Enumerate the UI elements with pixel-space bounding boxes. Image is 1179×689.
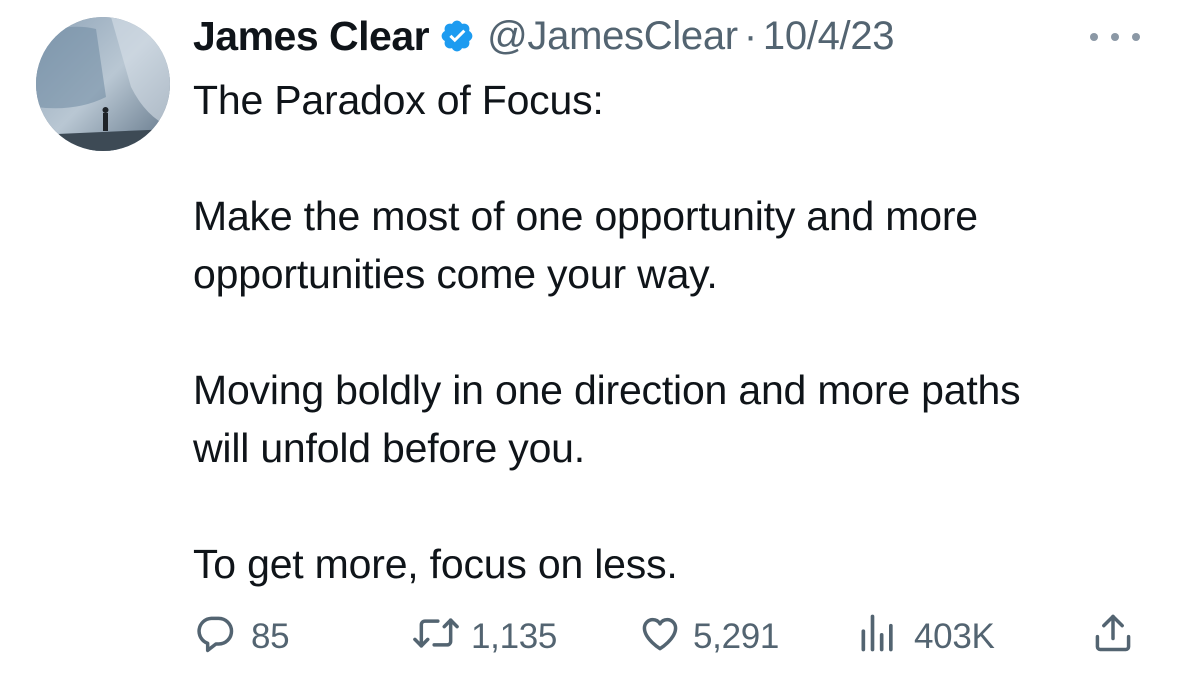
more-dot [1132, 33, 1140, 41]
verified-badge-icon [439, 18, 475, 54]
reply-count: 85 [251, 617, 290, 656]
repost-count: 1,135 [471, 617, 558, 656]
author-name[interactable]: James Clear [193, 13, 430, 60]
reply-icon [193, 611, 237, 664]
like-count: 5,291 [693, 617, 780, 656]
reply-button[interactable]: 85 [193, 611, 290, 664]
tweet-text: The Paradox of Focus: Make the most of o… [193, 71, 1153, 593]
tweet-line: Make the most of one opportunity and mor… [193, 193, 978, 239]
like-button[interactable]: 5,291 [637, 612, 779, 662]
more-dot [1090, 33, 1098, 41]
tweet-line: To get more, focus on less. [193, 541, 678, 587]
heart-icon [637, 611, 683, 664]
repost-button[interactable]: 1,135 [411, 612, 557, 662]
tweet-header: James Clear @JamesClear · 10/4/23 [193, 8, 895, 64]
author-handle[interactable]: @JamesClear [487, 14, 738, 59]
more-options-icon[interactable] [1090, 25, 1140, 49]
tweet-line: will unfold before you. [193, 425, 585, 471]
views-count: 403K [914, 617, 995, 656]
repost-icon [411, 611, 461, 664]
avatar[interactable] [36, 17, 170, 151]
share-button[interactable] [1091, 612, 1135, 662]
tweet: James Clear @JamesClear · 10/4/23 The Pa… [0, 0, 1179, 689]
separator-dot: · [743, 13, 757, 58]
action-bar: 85 1,135 5,291 403K [193, 612, 1143, 662]
tweet-line: opportunities come your way. [193, 251, 718, 297]
views-chart-icon [856, 611, 900, 664]
share-icon [1091, 611, 1135, 664]
tweet-line: Moving boldly in one direction and more … [193, 367, 1021, 413]
tweet-date[interactable]: 10/4/23 [763, 14, 895, 59]
more-dot [1111, 33, 1119, 41]
views-button[interactable]: 403K [856, 612, 995, 662]
tweet-line: The Paradox of Focus: [193, 77, 604, 123]
